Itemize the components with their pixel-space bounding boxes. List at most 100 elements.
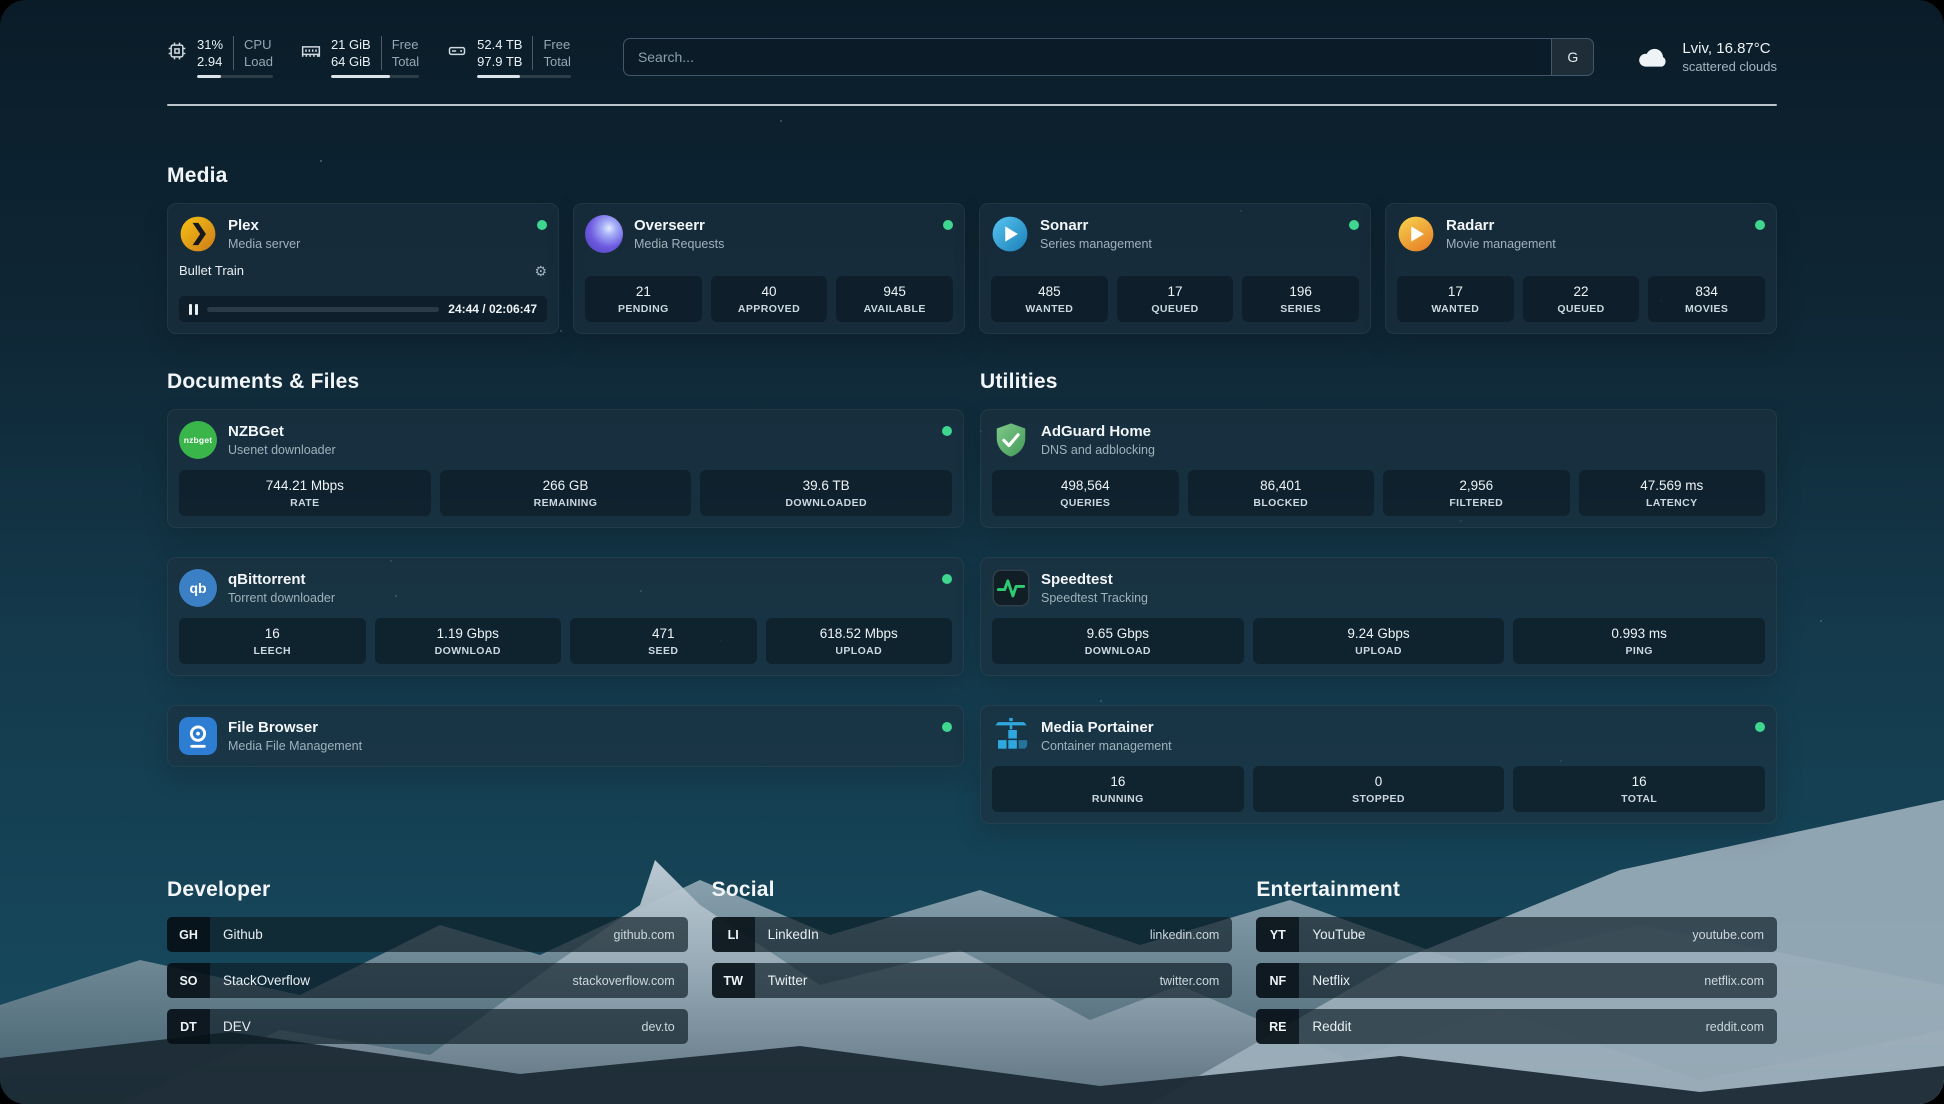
disk-icon xyxy=(447,41,467,61)
status-dot xyxy=(942,426,952,436)
stat-leech: 16LEECH xyxy=(179,618,366,664)
nzbget-card[interactable]: nzbget NZBGet Usenet downloader 744.21 M… xyxy=(167,409,964,528)
documents-column: Documents & Files nzbget NZBGet Usenet d… xyxy=(167,370,964,824)
search-input[interactable] xyxy=(624,39,1551,75)
bookmark-youtube[interactable]: YT YouTube youtube.com xyxy=(1256,917,1777,952)
bookmark-name: StackOverflow xyxy=(223,973,310,988)
memory-total-value: 64 GiB xyxy=(331,53,381,70)
speedtest-card[interactable]: Speedtest Speedtest Tracking 9.65 GbpsDO… xyxy=(980,557,1777,676)
status-dot xyxy=(943,220,953,230)
bookmark-name: LinkedIn xyxy=(768,927,819,942)
service-description: DNS and adblocking xyxy=(1041,443,1155,457)
qbittorrent-icon: qb xyxy=(179,569,217,607)
disk-progress-bar xyxy=(477,75,571,78)
plex-card[interactable]: Plex Media server Bullet Train ⚙ 24:44 /… xyxy=(167,203,559,334)
service-name: Plex xyxy=(228,217,300,235)
bookmark-name: Netflix xyxy=(1312,973,1350,988)
stat-filtered: 2,956FILTERED xyxy=(1383,470,1570,516)
disk-free-label: Free xyxy=(532,36,570,53)
memory-free-label: Free xyxy=(381,36,419,53)
bookmark-stackoverflow[interactable]: SO StackOverflow stackoverflow.com xyxy=(167,963,688,998)
service-name: Speedtest xyxy=(1041,571,1148,589)
disk-free-value: 52.4 TB xyxy=(477,36,532,53)
memory-free-value: 21 GiB xyxy=(331,36,381,53)
stat-download: 9.65 GbpsDOWNLOAD xyxy=(992,618,1244,664)
bookmark-abbr: RE xyxy=(1256,1009,1299,1044)
stat-remaining: 266 GBREMAINING xyxy=(440,470,692,516)
stat-running: 16RUNNING xyxy=(992,766,1244,812)
pause-icon[interactable] xyxy=(189,304,198,315)
sonarr-icon xyxy=(991,215,1029,253)
stat-movies: 834MOVIES xyxy=(1648,276,1765,322)
bookmark-linkedin[interactable]: LI LinkedIn linkedin.com xyxy=(712,917,1233,952)
bookmark-abbr: LI xyxy=(712,917,755,952)
playback-time: 24:44 / 02:06:47 xyxy=(448,302,537,316)
weather-widget[interactable]: Lviv, 16.87°C scattered clouds xyxy=(1636,40,1777,74)
bookmark-netflix[interactable]: NF Netflix netflix.com xyxy=(1256,963,1777,998)
stat-ping: 0.993 msPING xyxy=(1513,618,1765,664)
bookmark-dev[interactable]: DT DEV dev.to xyxy=(167,1009,688,1044)
gear-icon[interactable]: ⚙ xyxy=(534,264,547,278)
service-description: Series management xyxy=(1040,237,1152,251)
top-bar: 31% CPU 2.94 Load 21 GiB Free 64 GiB xyxy=(167,0,1777,78)
status-dot xyxy=(942,574,952,584)
portainer-icon xyxy=(992,717,1030,755)
adguard-card[interactable]: AdGuard Home DNS and adblocking 498,564Q… xyxy=(980,409,1777,528)
bookmark-github[interactable]: GH Github github.com xyxy=(167,917,688,952)
stat-queued: 22QUEUED xyxy=(1523,276,1640,322)
memory-progress-bar xyxy=(331,75,419,78)
service-name: File Browser xyxy=(228,719,362,737)
memory-widget: 21 GiB Free 64 GiB Total xyxy=(301,36,419,78)
stat-wanted: 485WANTED xyxy=(991,276,1108,322)
service-name: Sonarr xyxy=(1040,217,1152,235)
playback-progress[interactable] xyxy=(207,307,439,312)
stat-wanted: 17WANTED xyxy=(1397,276,1514,322)
bookmark-abbr: SO xyxy=(167,963,210,998)
service-name: AdGuard Home xyxy=(1041,423,1155,441)
section-title-entertainment: Entertainment xyxy=(1256,878,1777,902)
section-title-utilities: Utilities xyxy=(980,370,1777,394)
bookmark-url: stackoverflow.com xyxy=(573,974,675,988)
service-description: Usenet downloader xyxy=(228,443,336,457)
entertainment-bookmarks: Entertainment YT YouTube youtube.com NF … xyxy=(1256,878,1777,1055)
qbittorrent-card[interactable]: qb qBittorrent Torrent downloader 16LEEC… xyxy=(167,557,964,676)
cloud-icon xyxy=(1636,44,1670,70)
stat-stopped: 0STOPPED xyxy=(1253,766,1505,812)
stat-total: 16TOTAL xyxy=(1513,766,1765,812)
status-dot xyxy=(537,220,547,230)
filebrowser-card[interactable]: File Browser Media File Management xyxy=(167,705,964,767)
stat-seed: 471SEED xyxy=(570,618,757,664)
system-widgets: 31% CPU 2.94 Load 21 GiB Free 64 GiB xyxy=(167,36,571,78)
plex-icon xyxy=(179,215,217,253)
portainer-card[interactable]: Media Portainer Container management 16R… xyxy=(980,705,1777,824)
status-dot xyxy=(1349,220,1359,230)
bookmark-twitter[interactable]: TW Twitter twitter.com xyxy=(712,963,1233,998)
memory-total-label: Total xyxy=(381,53,419,70)
radarr-card[interactable]: Radarr Movie management 17WANTED 22QUEUE… xyxy=(1385,203,1777,334)
media-cards-row: Plex Media server Bullet Train ⚙ 24:44 /… xyxy=(167,203,1777,334)
filebrowser-icon xyxy=(179,717,217,755)
service-name: Media Portainer xyxy=(1041,719,1172,737)
status-dot xyxy=(942,722,952,732)
weather-location: Lviv, 16.87°C xyxy=(1682,40,1777,57)
cpu-widget: 31% CPU 2.94 Load xyxy=(167,36,273,78)
cpu-usage-value: 31% xyxy=(197,36,233,53)
bookmark-reddit[interactable]: RE Reddit reddit.com xyxy=(1256,1009,1777,1044)
bookmark-abbr: GH xyxy=(167,917,210,952)
section-title-documents: Documents & Files xyxy=(167,370,964,394)
dashboard-window: 31% CPU 2.94 Load 21 GiB Free 64 GiB xyxy=(0,0,1944,1104)
overseerr-icon xyxy=(585,215,623,253)
service-description: Media server xyxy=(228,237,300,251)
overseerr-card[interactable]: Overseerr Media Requests 21PENDING 40APP… xyxy=(573,203,965,334)
sonarr-card[interactable]: Sonarr Series management 485WANTED 17QUE… xyxy=(979,203,1371,334)
service-name: qBittorrent xyxy=(228,571,335,589)
bookmark-abbr: NF xyxy=(1256,963,1299,998)
cpu-icon xyxy=(167,41,187,61)
bookmark-url: youtube.com xyxy=(1692,928,1764,942)
service-description: Media Requests xyxy=(634,237,724,251)
search-engine-button[interactable]: G xyxy=(1551,39,1593,75)
service-name: Overseerr xyxy=(634,217,724,235)
developer-bookmarks: Developer GH Github github.com SO StackO… xyxy=(167,878,688,1055)
now-playing-title: Bullet Train xyxy=(179,263,244,278)
service-description: Container management xyxy=(1041,739,1172,753)
